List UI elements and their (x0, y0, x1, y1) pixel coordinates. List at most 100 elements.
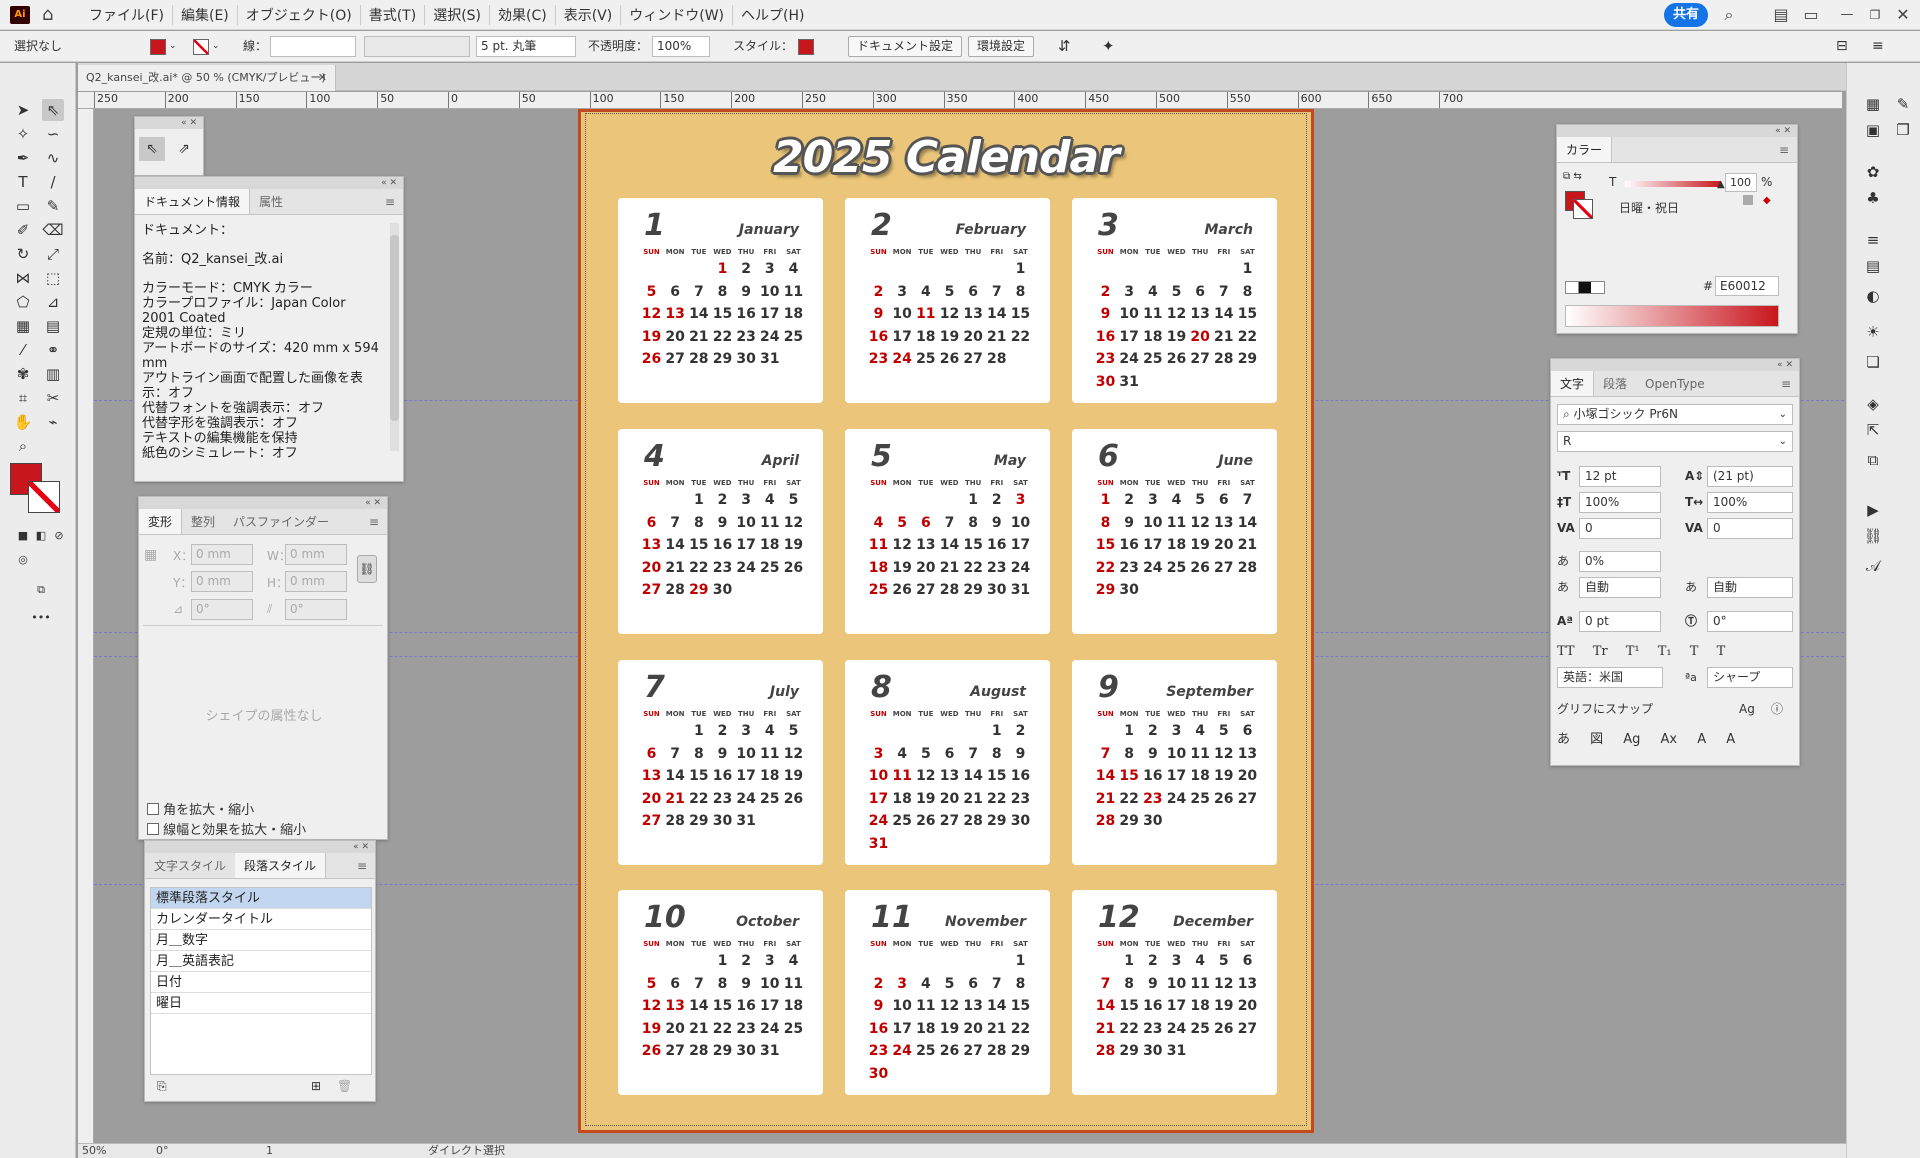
brush-field[interactable]: 5 pt. 丸筆 (476, 36, 576, 57)
menu-item-6[interactable]: 表示(V) (554, 5, 621, 25)
glyphs-icon[interactable]: 𝒜 (1861, 555, 1885, 577)
trash-icon[interactable]: 🗑 (337, 1079, 352, 1093)
eraser-tool-icon[interactable]: ⌫ (42, 219, 64, 241)
aki-right-field[interactable]: 自動 (1707, 577, 1793, 598)
symbol-tool-icon[interactable]: ✾ (12, 363, 34, 385)
lasso-tool-icon[interactable]: ∽ (42, 123, 64, 145)
graphic-style-swatch[interactable] (798, 39, 814, 55)
blend-tool-icon[interactable]: ⚭ (42, 339, 64, 361)
h-field[interactable]: 0 mm (285, 571, 347, 592)
tab-paragraph-styles[interactable]: 段落スタイル (235, 853, 327, 878)
more-tools-icon[interactable]: ••• (30, 607, 52, 629)
magic-wand-tool-icon[interactable]: ✧ (12, 123, 34, 145)
new-style-icon[interactable]: ⊞ (311, 1079, 321, 1093)
actions-icon[interactable]: ▶ (1861, 499, 1885, 521)
graph-tool-icon[interactable]: ▥ (42, 363, 64, 385)
share-button[interactable]: 共有 (1664, 3, 1708, 27)
default-colors-icon[interactable]: ⧉ ⇆ (1563, 171, 1582, 182)
mesh-tool-icon[interactable]: ▦ (12, 315, 34, 337)
layers-icon[interactable]: ◈ (1861, 393, 1885, 415)
color-guide-icon[interactable]: ✿ (1861, 161, 1885, 183)
vertical-scale-field[interactable]: 100% (1579, 492, 1661, 513)
stroke-swatch[interactable] (193, 39, 209, 55)
month-card[interactable]: 11 November SUN MON TUE WED THU FRI SAT 1 2 3 4 5 6 7 8 9… (845, 890, 1050, 1095)
none-mode-icon[interactable]: ⊘ (48, 525, 70, 547)
graphic-styles-icon[interactable]: ❏ (1861, 351, 1885, 373)
preferences-button[interactable]: 環境設定 (968, 36, 1035, 57)
anti-alias-dropdown[interactable]: シャープ (1707, 667, 1793, 688)
month-card[interactable]: 8 August SUN MON TUE WED THU FRI SAT 1 2 3 4 5 6 7 8 9 10 1… (845, 660, 1050, 865)
curvature-tool-icon[interactable]: ∿ (42, 147, 64, 169)
stroke-color-swatch[interactable] (1573, 199, 1593, 219)
search-icon[interactable]: ⌕ (1718, 5, 1740, 25)
document-setup-button[interactable]: ドキュメント設定 (848, 36, 963, 57)
shear-field[interactable]: 0° (285, 599, 347, 620)
menu-item-3[interactable]: 書式(T) (359, 5, 424, 25)
kerning-field[interactable]: 0 (1579, 518, 1661, 539)
close-icon[interactable]: ✕ (1892, 5, 1914, 25)
load-styles-icon[interactable]: ⎘ (157, 1079, 167, 1094)
opacity-field[interactable]: 100% (652, 36, 710, 57)
free-transform-tool-icon[interactable]: ⬚ (42, 267, 64, 289)
rotate-tool-icon[interactable]: ↻ (12, 243, 34, 265)
eyedropper-2-tool-icon[interactable]: ⌁ (42, 411, 64, 433)
arrange-icon[interactable]: ▭ (1800, 5, 1822, 25)
fill-swatch[interactable] (150, 39, 166, 55)
text-style-buttons[interactable]: TT Tr T¹ T₁ T T (1557, 641, 1793, 662)
font-size-field[interactable]: 12 pt (1579, 466, 1661, 487)
scale-strokes-option[interactable]: 線幅と効果を拡大・縮小 (147, 819, 306, 838)
menu-item-1[interactable]: 編集(E) (171, 5, 237, 25)
month-card[interactable]: 4 April SUN MON TUE WED THU FRI SAT 1 2 3 4 5 6 7 8 9 10 11… (618, 429, 823, 634)
tint-field[interactable]: 100 (1725, 173, 1757, 192)
zoom-level[interactable]: 50% (82, 1144, 106, 1158)
style-item[interactable]: 月＿英語表記 (151, 951, 371, 972)
link-icon[interactable]: ⛓ (357, 555, 377, 583)
tab-color[interactable]: カラー (1557, 137, 1613, 162)
artboards-icon[interactable]: ⧉ (1861, 449, 1885, 471)
style-item[interactable]: 標準段落スタイル (151, 888, 371, 909)
recolor-icon[interactable]: ✦ (1102, 36, 1115, 57)
artboard-number[interactable]: 1 (266, 1144, 273, 1158)
rotate-field[interactable]: 0° (191, 599, 253, 620)
checkbox[interactable] (147, 823, 159, 835)
type-tool-icon[interactable]: T (12, 171, 34, 193)
chevron-down-icon[interactable]: ⌄ (169, 36, 177, 57)
scrollbar[interactable] (390, 223, 399, 451)
panel-menu-icon[interactable]: ≡ (377, 189, 403, 214)
character-rotation-field[interactable]: 0° (1707, 611, 1793, 632)
pen-tool-icon[interactable]: ✒ (12, 147, 34, 169)
panel-menu-icon[interactable]: ≡ (1773, 371, 1799, 396)
calendar-title[interactable]: 2025 Calendar (581, 132, 1311, 183)
artboard[interactable]: 2025 Calendar 1 January SUN MON TUE WED THU FRI… (578, 109, 1314, 1133)
rotation-view[interactable]: 0° (156, 1144, 169, 1158)
direct-selection-tool[interactable]: ⇖ (139, 137, 165, 161)
style-item[interactable]: カレンダータイトル (151, 909, 371, 930)
x-field[interactable]: 0 mm (191, 544, 253, 565)
tracking-field[interactable]: 0 (1707, 518, 1793, 539)
align-icon[interactable]: ⊟ (1836, 36, 1848, 57)
menu-item-8[interactable]: ヘルプ(H) (732, 5, 812, 25)
month-card[interactable]: 1 January SUN MON TUE WED THU FRI SAT 1 2 3 4 5 6 7 8 9 10… (618, 198, 823, 403)
scale-corners-option[interactable]: 角を拡大・縮小 (147, 799, 254, 818)
out-of-gamut-icon[interactable] (1743, 195, 1753, 205)
font-style-dropdown[interactable]: R ⌄ (1557, 431, 1793, 452)
tab-document-info[interactable]: ドキュメント情報 (135, 189, 251, 214)
none-black-white-swatches[interactable] (1565, 281, 1605, 294)
tab-character[interactable]: 文字 (1551, 371, 1595, 396)
y-field[interactable]: 0 mm (191, 571, 253, 592)
links-icon[interactable]: ⛓ (1861, 525, 1885, 547)
panel-menu-icon[interactable]: ≡ (1872, 36, 1884, 57)
month-card[interactable]: 7 July SUN MON TUE WED THU FRI SAT 1 2 3 4 5 6 7 8 9 10 11 1… (618, 660, 823, 865)
tab-paragraph[interactable]: 段落 (1594, 371, 1636, 396)
language-dropdown[interactable]: 英語：米国 (1557, 667, 1663, 688)
gradient-tool-icon[interactable]: ▤ (42, 315, 64, 337)
info-icon[interactable]: ⓘ (1771, 699, 1783, 720)
shaper-tool-icon[interactable]: ✐ (12, 219, 34, 241)
w-field[interactable]: 0 mm (285, 544, 347, 565)
style-item[interactable]: 月＿数字 (151, 930, 371, 951)
tab-attributes[interactable]: 属性 (250, 189, 292, 214)
month-card[interactable]: 6 June SUN MON TUE WED THU FRI SAT 1 2 3 4 5 6 7 8 9 10 11 1… (1072, 429, 1277, 634)
direct-selection-tool-icon[interactable]: ⇖ (42, 99, 64, 121)
panel-menu-icon[interactable]: ≡ (1771, 137, 1797, 162)
horizontal-ruler[interactable]: 250 200 150 100 50 0 50 100 150 200 250 300 350 400 45… (78, 92, 1842, 109)
